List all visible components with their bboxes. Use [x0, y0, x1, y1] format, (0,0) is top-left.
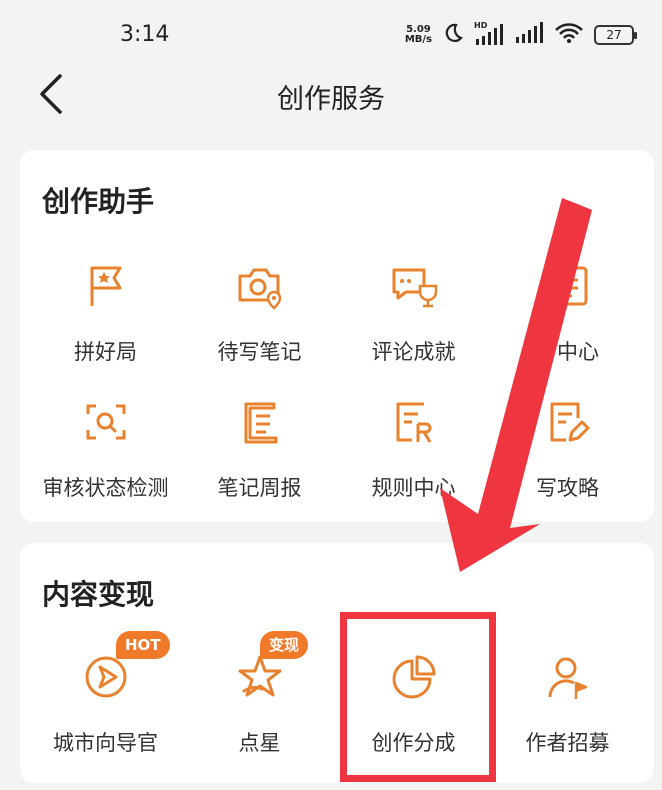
- monetize-item-city-guide[interactable]: 城市向导官: [28, 653, 183, 763]
- comment-trophy-icon: [390, 262, 438, 310]
- assist-item-label: 写攻略: [536, 476, 599, 500]
- assist-item-label: 笔记周报: [217, 476, 302, 500]
- task-list-icon: [544, 262, 592, 310]
- user-flag-icon: [544, 653, 592, 701]
- battery-indicator: 27: [594, 25, 637, 45]
- nav-bar: 创作服务: [0, 62, 662, 126]
- monetization-title: 内容变现: [42, 578, 155, 611]
- wifi-icon: [554, 22, 584, 48]
- status-bar: 3:14 5.09 MB/s HD 27: [0, 0, 662, 70]
- assist-item-label: 审核状态检测: [42, 476, 169, 500]
- assist-item-pending-notes[interactable]: 待写笔记: [182, 262, 337, 372]
- monetize-item-creation-share[interactable]: 创作分成: [336, 653, 491, 763]
- assist-item-label: 评论成就: [371, 340, 456, 364]
- status-icons: 5.09 MB/s HD 27: [405, 21, 637, 48]
- monetize-item-label: 点星: [238, 731, 281, 755]
- status-time: 3:14: [120, 22, 170, 47]
- pie-chart-icon: [390, 653, 438, 701]
- assist-item-task-center[interactable]: 务中心: [490, 262, 645, 372]
- assist-item-label: 待写笔记: [217, 340, 302, 364]
- page-title: 创作服务: [277, 84, 385, 115]
- monetize-item-label: 作者招募: [525, 731, 610, 755]
- star-icon: [236, 653, 284, 701]
- assist-item-label: 规则中心: [371, 476, 456, 500]
- assist-item-comment-achievements[interactable]: 评论成就: [336, 262, 491, 372]
- assist-item-review-status[interactable]: 审核状态检测: [28, 398, 183, 508]
- creation-assistant-card: 创作助手 拼好局 待写笔记 评论成就 务中心 审核状态检测 笔记周报 规则中心 …: [20, 150, 654, 522]
- moon-icon: [442, 22, 464, 48]
- camera-location-icon: [236, 262, 284, 310]
- monetize-badge: 变现: [260, 631, 309, 659]
- compass-play-icon: [82, 653, 130, 701]
- monetize-item-label: 城市向导官: [53, 731, 158, 755]
- battery-level: 27: [606, 28, 622, 42]
- assist-item-label: 拼好局: [74, 340, 137, 364]
- scroll-note-icon: [236, 398, 284, 446]
- rules-document-icon: [390, 398, 438, 446]
- network-speed: 5.09 MB/s: [405, 25, 432, 45]
- monetize-item-dianxing[interactable]: 点星: [182, 653, 337, 763]
- signal-icon: [514, 22, 544, 48]
- monetization-card: 内容变现 城市向导官 HOT 点星 变现 创作分成 作者招募: [20, 543, 654, 783]
- assist-item-rules-center[interactable]: 规则中心: [336, 398, 491, 508]
- assist-item-pinhaoju[interactable]: 拼好局: [28, 262, 183, 372]
- edit-document-icon: [544, 398, 592, 446]
- scan-search-icon: [82, 398, 130, 446]
- flag-star-icon: [82, 262, 130, 310]
- assist-item-write-guide[interactable]: 写攻略: [490, 398, 645, 508]
- assist-item-weekly-report[interactable]: 笔记周报: [182, 398, 337, 508]
- creation-assistant-title: 创作助手: [42, 185, 155, 218]
- assist-item-label: 务中心: [536, 340, 599, 364]
- network-speed-unit: MB/s: [404, 34, 432, 45]
- hot-badge: HOT: [116, 631, 170, 659]
- monetize-item-label: 创作分成: [371, 731, 456, 755]
- signal-hd-icon: HD: [474, 21, 504, 46]
- monetize-item-author-recruit[interactable]: 作者招募: [490, 653, 645, 763]
